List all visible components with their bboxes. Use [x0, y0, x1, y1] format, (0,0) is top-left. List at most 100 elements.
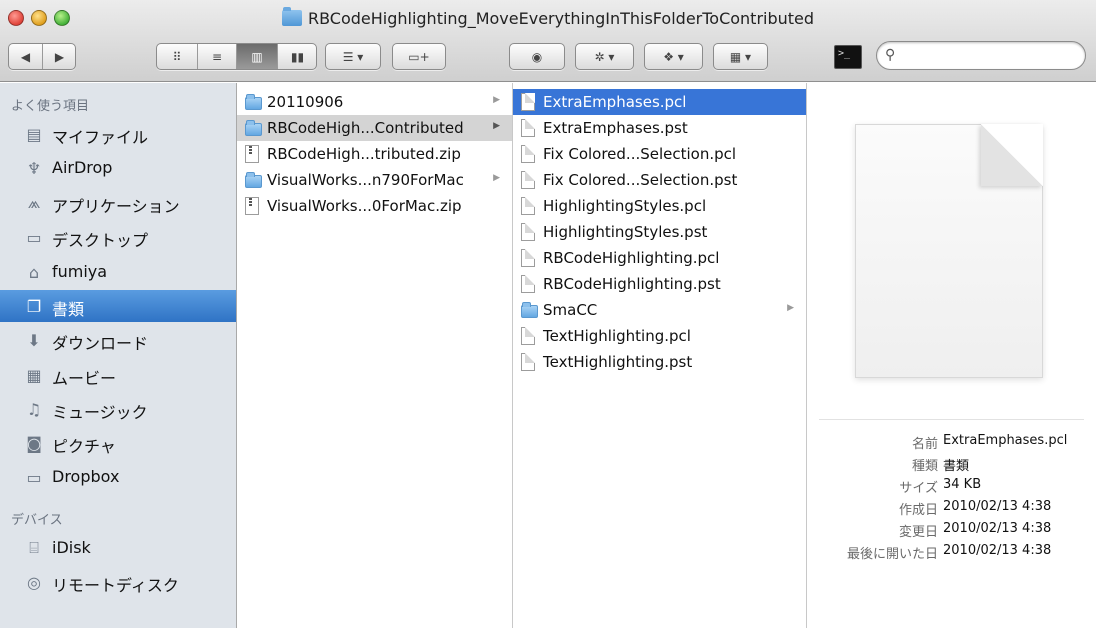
file-name: RBCodeHigh...Contributed [267, 119, 464, 137]
quick-look-icon: ◉ [531, 49, 543, 64]
dropbox-menu-button-face: ❖ ▾ [645, 44, 702, 69]
sidebar-devices-header: デバイス [11, 513, 63, 528]
file-name: ExtraEmphases.pst [543, 119, 688, 137]
list-item[interactable]: ExtraEmphases.pcl [513, 89, 806, 115]
new-folder-icon: ▭+ [408, 49, 430, 64]
sidebar-item-label: リモートディスク [52, 576, 179, 595]
list-item[interactable]: VisualWorks...0ForMac.zip [237, 193, 512, 219]
all-my-files-icon: ▤ [26, 124, 42, 144]
folder-icon [521, 302, 538, 318]
sidebar-favorites-header: よく使う項目 [11, 99, 90, 114]
dropbox-menu-button[interactable]: ❖ ▾ [644, 43, 703, 70]
icon-view-button[interactable]: ⠿ [157, 44, 197, 69]
grid-menu-icon: ▦ ▾ [729, 49, 752, 64]
list-item[interactable]: TextHighlighting.pcl [513, 323, 806, 349]
remote-disc-icon: ◎ [27, 572, 41, 592]
window-title: RBCodeHighlighting_MoveEverythingInThisF… [307, 9, 815, 28]
search-input[interactable] [903, 46, 1073, 65]
list-item[interactable]: Fix Colored...Selection.pst [513, 167, 806, 193]
window-titlebar: RBCodeHighlighting_MoveEverythingInThisF… [0, 0, 1096, 82]
list-item[interactable]: ExtraEmphases.pst [513, 115, 806, 141]
sidebar-item-label: AirDrop [52, 158, 113, 177]
dropbox-icon: ❖ ▾ [663, 49, 684, 64]
list-item[interactable]: TextHighlighting.pst [513, 349, 806, 375]
action-menu-button[interactable]: ✲ ▾ [575, 43, 634, 70]
document-icon [521, 275, 535, 293]
document-icon [521, 327, 535, 345]
sidebar-item-label: ダウンロード [52, 334, 149, 353]
sidebar-item-label: ミュージック [52, 403, 148, 422]
file-name: RBCodeHighlighting.pst [543, 275, 721, 293]
back-arrow-icon: ◀ [20, 49, 31, 64]
info-key: 種類 [911, 459, 938, 474]
sidebar-item-label: iDisk [52, 538, 91, 557]
applications-icon: ⩕ [27, 193, 41, 212]
quick-look-button[interactable]: ◉ [509, 43, 565, 70]
column-view-button[interactable]: ▥ [237, 44, 277, 69]
sidebar-item-pictures[interactable]: ◙ ピクチャ [0, 427, 236, 459]
terminal-icon[interactable]: >_ [834, 45, 862, 69]
folder-icon [245, 120, 262, 136]
list-item[interactable]: HighlightingStyles.pcl [513, 193, 806, 219]
list-item[interactable]: VisualWorks...n790ForMac ▶ [237, 167, 512, 193]
sidebar-item-label: ムービー [52, 369, 117, 388]
sidebar-item-downloads[interactable]: ⬇ ダウンロード [0, 324, 236, 356]
list-item[interactable]: RBCodeHigh...Contributed ▶ [237, 115, 512, 141]
back-forward-control: ◀ ▶ [8, 43, 76, 70]
preview-pane: 名前 ExtraEmphases.pcl 種類 書類 サイズ 34 KB 作成日… [807, 83, 1096, 628]
sidebar-item-all-my-files[interactable]: ▤ マイファイル [0, 118, 236, 150]
back-button[interactable]: ◀ [9, 44, 42, 69]
disclosure-arrow-icon: ▶ [493, 95, 500, 105]
sidebar-item-dropbox[interactable]: ▭ Dropbox [0, 461, 236, 493]
idisk-icon: ⌸ [29, 538, 39, 557]
list-item[interactable]: Fix Colored...Selection.pcl [513, 141, 806, 167]
list-view-button[interactable]: ≡ [198, 44, 236, 69]
search-icon: ⚲ [885, 47, 896, 63]
file-name: HighlightingStyles.pcl [543, 197, 707, 215]
info-key: 名前 [911, 437, 938, 452]
sidebar-item-movies[interactable]: ▦ ムービー [0, 359, 236, 391]
coverflow-view-button[interactable]: ▮▮ [278, 44, 317, 69]
disclosure-arrow-icon: ▶ [493, 121, 500, 131]
list-item[interactable]: HighlightingStyles.pst [513, 219, 806, 245]
movies-icon: ▦ [26, 365, 42, 385]
arrange-button[interactable]: ☰ ▾ [325, 43, 381, 70]
list-item[interactable]: RBCodeHighlighting.pst [513, 271, 806, 297]
sidebar-item-airdrop[interactable]: ♆ AirDrop [0, 152, 236, 184]
sidebar-item-documents[interactable]: ❐ 書類 [0, 290, 236, 322]
file-name: 20110906 [267, 93, 344, 111]
sidebar-item-home[interactable]: ⌂ fumiya [0, 256, 236, 288]
list-item[interactable]: SmaCC ▶ [513, 297, 806, 323]
sidebar-item-music[interactable]: ♫ ミュージック [0, 393, 236, 425]
new-folder-button[interactable]: ▭+ [392, 43, 446, 70]
folder-icon [245, 172, 262, 188]
info-key: 変更日 [898, 525, 938, 540]
forward-button[interactable]: ▶ [43, 44, 76, 69]
sidebar-item-remote-disc[interactable]: ◎ リモートディスク [0, 566, 236, 598]
column-browser-column-2: ExtraEmphases.pcl ExtraEmphases.pst Fix … [513, 83, 807, 628]
sidebar-item-idisk[interactable]: ⌸ iDisk [0, 532, 236, 564]
list-item[interactable]: RBCodeHigh...tributed.zip [237, 141, 512, 167]
document-icon [521, 119, 535, 137]
new-folder-button-face: ▭+ [393, 44, 445, 69]
info-value: 2010/02/13 4:38 [943, 543, 1052, 558]
list-item[interactable]: RBCodeHighlighting.pcl [513, 245, 806, 271]
arrange-button-face: ☰ ▾ [326, 44, 380, 69]
sidebar-item-applications[interactable]: ⩕ アプリケーション [0, 187, 236, 219]
preview-divider [819, 419, 1084, 420]
file-name: ExtraEmphases.pcl [543, 93, 687, 111]
file-name: HighlightingStyles.pst [543, 223, 708, 241]
sidebar-item-label: デスクトップ [52, 231, 149, 250]
list-item[interactable]: 20110906 ▶ [237, 89, 512, 115]
info-row-kind: 種類 書類 [807, 453, 1096, 475]
info-row-last-opened: 最後に開いた日 2010/02/13 4:38 [807, 541, 1096, 563]
search-field[interactable]: ⚲ [876, 41, 1086, 70]
sidebar-item-label: マイファイル [52, 128, 149, 147]
info-key: 作成日 [898, 503, 938, 518]
folder-icon: ▭ [26, 467, 42, 487]
folder-icon [245, 94, 262, 110]
file-name: TextHighlighting.pst [543, 353, 693, 371]
sidebar-item-label: アプリケーション [52, 197, 180, 216]
sidebar-item-desktop[interactable]: ▭ デスクトップ [0, 221, 236, 253]
toolbar-menu-button[interactable]: ▦ ▾ [713, 43, 768, 70]
